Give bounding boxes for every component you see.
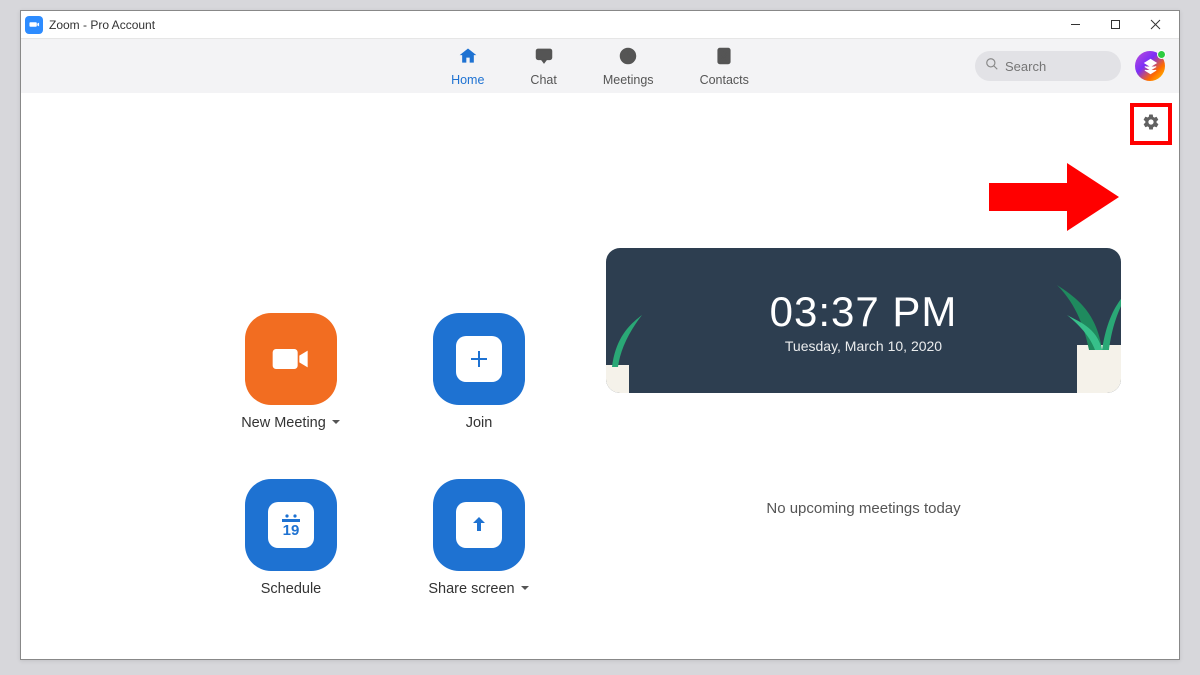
new-meeting-button[interactable]: New Meeting [211,313,371,431]
info-panel: 03:37 PM Tuesday, March 10, 2020 No upco… [606,248,1121,583]
nav-label: Meetings [603,73,654,87]
plant-decoration-icon [1017,255,1121,393]
home-icon [457,46,479,71]
clock-date: Tuesday, March 10, 2020 [785,338,942,354]
join-button[interactable]: Join [399,313,559,431]
close-button[interactable] [1135,11,1175,39]
tile-label: Join [466,415,493,431]
plant-decoration-icon [606,305,644,393]
calendar-day: 19 [283,523,300,538]
chat-icon [533,46,555,71]
clock-time: 03:37 PM [770,288,958,336]
tab-contacts[interactable]: Contacts [700,46,749,87]
gear-icon [1142,113,1160,136]
empty-state-text: No upcoming meetings today [766,500,960,517]
tab-chat[interactable]: Chat [530,46,556,87]
share-tile-icon [433,479,525,571]
titlebar: Zoom - Pro Account [21,11,1179,39]
tile-label: New Meeting [241,415,341,431]
calendar-icon: 19 [245,479,337,571]
app-window: Zoom - Pro Account Home Chat Meetings [20,10,1180,660]
nav-tabs: Home Chat Meetings Contacts [451,46,749,87]
action-tiles: New Meeting Join 19 [211,313,559,597]
nav-label: Chat [530,73,556,87]
nav-label: Contacts [700,73,749,87]
chevron-down-icon[interactable] [520,581,530,597]
tile-label: Share screen [428,581,529,597]
tab-meetings[interactable]: Meetings [603,46,654,87]
annotation-arrow [989,161,1119,233]
tile-label: Schedule [261,581,321,597]
presence-indicator [1157,50,1166,59]
plus-icon [456,336,502,382]
chevron-down-icon[interactable] [331,415,341,431]
clock-card: 03:37 PM Tuesday, March 10, 2020 [606,248,1121,393]
upcoming-meetings: No upcoming meetings today [606,433,1121,583]
plus-tile-icon [433,313,525,405]
tab-home[interactable]: Home [451,46,484,87]
search-input[interactable] [1005,59,1105,74]
settings-button[interactable] [1137,110,1165,138]
window-controls [1055,11,1175,39]
maximize-button[interactable] [1095,11,1135,39]
main-content: New Meeting Join 19 [21,93,1179,659]
top-nav: Home Chat Meetings Contacts [21,39,1179,93]
video-icon [245,313,337,405]
arrow-up-icon [456,502,502,548]
share-screen-button[interactable]: Share screen [399,479,559,597]
search-icon [985,57,999,76]
contacts-icon [713,46,735,71]
schedule-button[interactable]: 19 Schedule [211,479,371,597]
minimize-button[interactable] [1055,11,1095,39]
window-title: Zoom - Pro Account [49,18,155,32]
avatar[interactable] [1135,51,1165,81]
clock-icon [617,46,639,71]
search-box[interactable] [975,51,1121,81]
zoom-app-icon [25,16,43,34]
nav-label: Home [451,73,484,87]
